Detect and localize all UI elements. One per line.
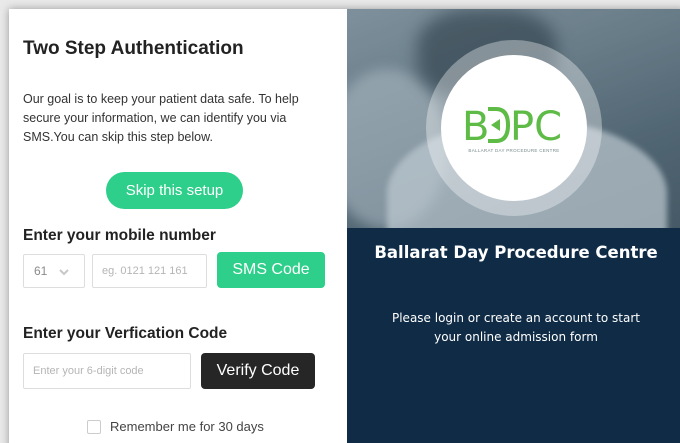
welcome-message: Please login or create an account to sta… [391, 311, 640, 344]
remember-me-label: Remember me for 30 days [110, 419, 264, 434]
logo-circle: B PC BALLARAT DAY PROCEDURE CENTRE [441, 55, 587, 201]
country-code-select[interactable]: 61 [23, 254, 85, 288]
logo-subtext: BALLARAT DAY PROCEDURE CENTRE [468, 148, 560, 153]
verification-code-input[interactable] [23, 353, 191, 389]
logo-letters-pc: PC [510, 104, 562, 147]
logo-letter-b: B [462, 104, 489, 147]
remember-me-checkbox[interactable] [87, 419, 101, 434]
remember-me-row: Remember me for 30 days [87, 419, 264, 434]
doctor-photo: B PC BALLARAT DAY PROCEDURE CENTRE [347, 9, 680, 228]
auth-form-panel: Two Step Authentication Our goal is to k… [9, 9, 347, 443]
skip-setup-button[interactable]: Skip this setup [106, 172, 243, 209]
sms-code-button[interactable]: SMS Code [217, 252, 325, 288]
mobile-number-input[interactable] [92, 254, 207, 288]
country-code-value: 61 [34, 264, 48, 278]
mobile-number-heading: Enter your mobile number [23, 227, 216, 244]
bdpc-logo: B PC [462, 104, 562, 147]
verify-code-button[interactable]: Verify Code [201, 353, 315, 389]
chevron-down-icon [59, 266, 70, 276]
verification-code-heading: Enter your Verfication Code [23, 325, 228, 342]
logo-arrow [491, 119, 500, 131]
welcome-panel: Ballarat Day Procedure Centre Please log… [347, 228, 680, 443]
brand-panel: B PC BALLARAT DAY PROCEDURE CENTRE Balla… [347, 9, 680, 443]
organization-name: Ballarat Day Procedure Centre [374, 243, 658, 262]
page-title: Two Step Authentication [23, 38, 244, 59]
auth-card: Two Step Authentication Our goal is to k… [9, 9, 680, 443]
intro-text: Our goal is to keep your patient data sa… [23, 92, 299, 144]
